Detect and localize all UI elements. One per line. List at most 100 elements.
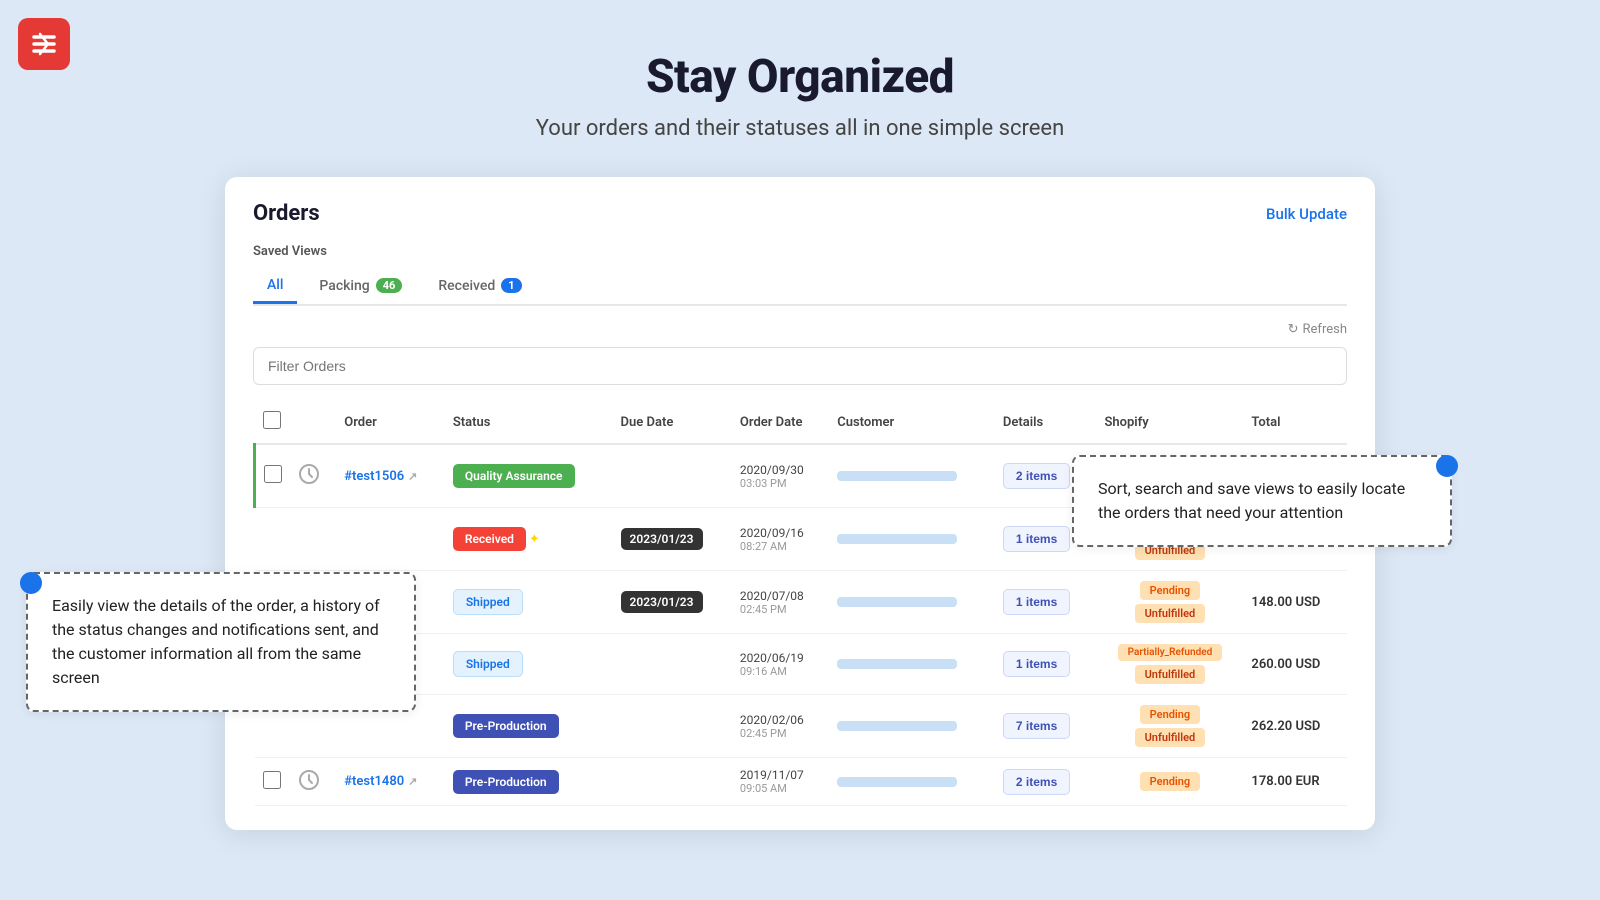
- items-button[interactable]: 1 items: [1003, 526, 1070, 552]
- customer-bar: [837, 659, 957, 669]
- row-total-cell: 178.00 EUR: [1243, 758, 1347, 806]
- col-total: Total: [1243, 401, 1347, 444]
- row-customer-cell: [829, 634, 995, 695]
- items-button[interactable]: 2 items: [1003, 769, 1070, 795]
- shopify-top-badge: Pending: [1140, 581, 1201, 600]
- col-order-date: Order Date: [732, 401, 829, 444]
- items-button[interactable]: 2 items: [1003, 463, 1070, 489]
- top-bar: ↻ Refresh: [253, 322, 1347, 337]
- clock-icon: [298, 463, 320, 485]
- row-total-cell: 148.00 USD: [1243, 571, 1347, 634]
- row-status-cell: Pre-Production: [445, 695, 613, 758]
- row-due-date-cell: [613, 444, 732, 508]
- table-header-row: Order Status Due Date Order Date Custome…: [255, 401, 1348, 444]
- tab-received[interactable]: Received 1: [424, 270, 535, 302]
- external-link-icon: ↗: [408, 775, 417, 788]
- order-time: 02:45 PM: [740, 603, 821, 616]
- tab-packing[interactable]: Packing 46: [305, 270, 416, 302]
- bulk-update-button[interactable]: Bulk Update: [1266, 205, 1347, 223]
- row-order-date-cell: 2020/09/1608:27 AM: [732, 508, 829, 571]
- customer-bar: [837, 721, 957, 731]
- row-clock-cell: [290, 444, 336, 508]
- tooltip-right: Sort, search and save views to easily lo…: [1072, 455, 1452, 547]
- due-date-tag: 2023/01/23: [621, 528, 703, 550]
- row-clock-cell: [290, 508, 336, 571]
- row-customer-cell: [829, 571, 995, 634]
- order-time: 08:27 AM: [740, 540, 821, 553]
- shopify-bottom-badge: Unfulfilled: [1135, 728, 1206, 747]
- row-status-cell: Shipped: [445, 634, 613, 695]
- col-icon: [290, 401, 336, 444]
- row-shopify-cell: PendingUnfulfilled: [1096, 695, 1243, 758]
- shopify-top-badge: Partially_Refunded: [1118, 644, 1223, 661]
- row-customer-cell: [829, 695, 995, 758]
- row-customer-cell: [829, 508, 995, 571]
- shopify-cell: PendingUnfulfilled: [1104, 581, 1235, 623]
- shopify-cell: PendingUnfulfilled: [1104, 705, 1235, 747]
- items-button[interactable]: 1 items: [1003, 651, 1070, 677]
- row-shopify-cell: Pending: [1096, 758, 1243, 806]
- row-status-cell: Received✦: [445, 508, 613, 571]
- order-link[interactable]: #test1480 ↗: [344, 774, 437, 789]
- col-order: Order: [336, 401, 445, 444]
- table-row: #test1480 ↗Pre-Production2019/11/0709:05…: [255, 758, 1348, 806]
- tooltip-left: Easily view the details of the order, a …: [26, 572, 416, 712]
- shopify-cell: Partially_RefundedUnfulfilled: [1104, 644, 1235, 684]
- due-date-tag: 2023/01/23: [621, 591, 703, 613]
- order-date: 2020/07/08: [740, 589, 821, 603]
- status-badge: Quality Assurance: [453, 464, 575, 488]
- row-checkbox[interactable]: [263, 771, 281, 789]
- order-link[interactable]: #test1506 ↗: [344, 469, 437, 484]
- row-checkbox-cell: [255, 758, 291, 806]
- received-badge: 1: [501, 278, 521, 293]
- row-details-cell: 1 items: [995, 634, 1097, 695]
- row-due-date-cell: [613, 758, 732, 806]
- row-status-cell: Pre-Production: [445, 758, 613, 806]
- refresh-button[interactable]: ↻ Refresh: [1288, 322, 1347, 337]
- customer-bar: [837, 777, 957, 787]
- tooltip-left-dot: [20, 572, 42, 594]
- row-order-date-cell: 2020/06/1909:16 AM: [732, 634, 829, 695]
- row-shopify-cell: Partially_RefundedUnfulfilled: [1096, 634, 1243, 695]
- shopify-cell: Pending: [1104, 772, 1235, 791]
- items-button[interactable]: 7 items: [1003, 713, 1070, 739]
- row-total-cell: 262.20 USD: [1243, 695, 1347, 758]
- items-button[interactable]: 1 items: [1003, 589, 1070, 615]
- col-shopify: Shopify: [1096, 401, 1243, 444]
- col-status: Status: [445, 401, 613, 444]
- saved-views-label: Saved Views: [253, 244, 1347, 259]
- app-logo: [18, 18, 70, 70]
- total-value: 260.00 USD: [1251, 657, 1320, 672]
- row-due-date-cell: [613, 695, 732, 758]
- filter-input[interactable]: [253, 347, 1347, 385]
- total-value: 178.00 EUR: [1251, 774, 1319, 789]
- order-time: 03:03 PM: [740, 477, 821, 490]
- total-value: 148.00 USD: [1251, 595, 1320, 610]
- row-due-date-cell: [613, 634, 732, 695]
- row-status-cell: Shipped: [445, 571, 613, 634]
- tooltip-left-text: Easily view the details of the order, a …: [52, 596, 380, 687]
- status-badge: Pre-Production: [453, 714, 559, 738]
- table-row: Pre-Production2020/02/0602:45 PM7 itemsP…: [255, 695, 1348, 758]
- tab-all[interactable]: All: [253, 269, 297, 304]
- row-checkbox[interactable]: [264, 465, 282, 483]
- row-details-cell: 1 items: [995, 571, 1097, 634]
- row-customer-cell: [829, 758, 995, 806]
- row-details-cell: 2 items: [995, 758, 1097, 806]
- refresh-icon: ↻: [1288, 322, 1299, 337]
- table-row: Shipped 2020/06/1909:16 AM 1 items Partiall…: [255, 634, 1348, 695]
- customer-bar: [837, 597, 957, 607]
- select-all-checkbox[interactable]: [263, 411, 281, 429]
- row-order-date-cell: 2020/09/3003:03 PM: [732, 444, 829, 508]
- order-date: 2020/09/30: [740, 463, 821, 477]
- clock-icon: [298, 769, 320, 791]
- row-customer-cell: [829, 444, 995, 508]
- total-value: 262.20 USD: [1251, 719, 1320, 734]
- row-checkbox-cell: [255, 508, 291, 571]
- row-status-cell: Quality Assurance: [445, 444, 613, 508]
- col-details: Details: [995, 401, 1097, 444]
- order-date: 2020/09/16: [740, 526, 821, 540]
- row-order-cell: [336, 508, 445, 571]
- status-badge: Shipped: [453, 589, 523, 615]
- tooltip-right-dot: [1436, 455, 1458, 477]
